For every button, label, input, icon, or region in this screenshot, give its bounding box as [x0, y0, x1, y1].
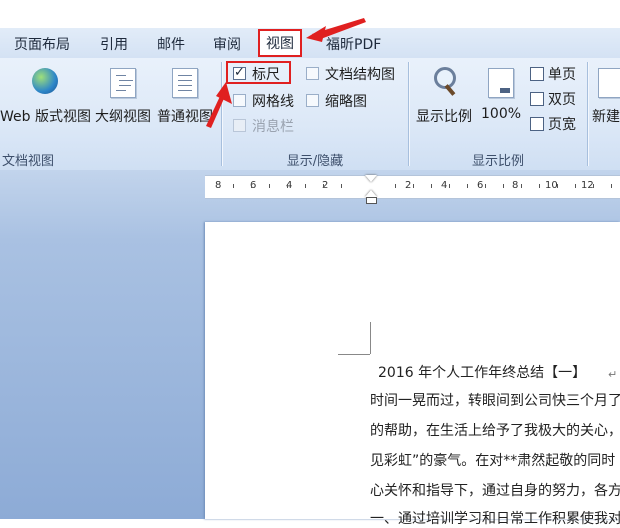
- ruler-tick: [233, 184, 234, 188]
- ruler-number: 12: [581, 180, 594, 191]
- ruler-tick: [305, 184, 306, 188]
- message-bar-label: 消息栏: [252, 119, 294, 135]
- tab-foxit-pdf[interactable]: 福昕PDF: [326, 34, 381, 54]
- ruler-tick: [467, 184, 468, 188]
- ruler-tick: [251, 184, 252, 188]
- ruler-number: 8: [215, 180, 222, 191]
- document-text-line: 心关怀和指导下，通过自身的努力，各方: [370, 483, 620, 499]
- ruler-number: 4: [441, 180, 448, 191]
- ruler-tick: [449, 184, 450, 188]
- message-bar-checkbox: [233, 119, 246, 132]
- group-divider: [587, 62, 588, 166]
- ruler-tick: [521, 184, 522, 188]
- ruler-number: 2: [405, 180, 412, 191]
- ruler-highlight-box: [226, 61, 291, 84]
- ruler-tick: [503, 184, 504, 188]
- document-map-checkbox[interactable]: [306, 67, 319, 80]
- paragraph-mark: ↵: [608, 368, 618, 381]
- new-window-label: 新建: [592, 109, 620, 125]
- new-window-icon: [598, 68, 620, 98]
- ribbon-tab-bar: 页面布局 引用 邮件 审阅 视图 福昕PDF: [0, 28, 620, 59]
- two-pages-icon: [530, 92, 544, 106]
- two-pages-label: 双页: [548, 92, 576, 108]
- gridlines-label[interactable]: 网格线: [252, 91, 294, 111]
- web-layout-label: Web 版式视图: [0, 109, 91, 125]
- page-width-icon: [530, 117, 544, 131]
- document-text-line: 的帮助，在生活上给予了我极大的关心，: [370, 423, 620, 439]
- one-page-icon: [530, 67, 544, 81]
- group-label-show-hide: 显示/隐藏: [286, 154, 344, 169]
- group-divider: [408, 62, 409, 166]
- thumbnails-label[interactable]: 缩略图: [325, 91, 367, 111]
- document-text-line: 时间一晃而过，转眼间到公司快三个月了: [370, 393, 620, 409]
- zoom-100-label: 100%: [481, 106, 522, 122]
- tab-page-layout[interactable]: 页面布局: [14, 34, 70, 54]
- ruler-tick: [323, 184, 324, 188]
- group-label-zoom: 显示比例: [471, 154, 524, 169]
- ruler-tick: [557, 184, 558, 188]
- first-line-indent-marker[interactable]: [365, 175, 377, 182]
- ruler-tick: [413, 184, 414, 188]
- tab-review[interactable]: 审阅: [213, 34, 241, 54]
- ruler-tick: [485, 184, 486, 188]
- ruler-number: 6: [477, 180, 484, 191]
- ruler-tick: [287, 184, 288, 188]
- group-label-document-views: 文档视图: [2, 154, 55, 169]
- ruler-tick: [593, 184, 594, 188]
- ruler-tick: [575, 184, 576, 188]
- draft-view-label: 普通视图: [157, 109, 213, 125]
- document-map-label[interactable]: 文档结构图: [325, 64, 395, 84]
- draft-doc-icon: [172, 68, 198, 98]
- document-title-line: 2016 年个人工作年终总结【一】: [378, 365, 587, 381]
- tab-references[interactable]: 引用: [100, 34, 128, 54]
- margin-corner-mark: [338, 354, 370, 355]
- ruler-tick: [539, 184, 540, 188]
- gridlines-checkbox[interactable]: [233, 94, 246, 107]
- left-indent-marker[interactable]: [366, 197, 377, 204]
- title-strip: [0, 0, 620, 28]
- globe-icon: [32, 68, 58, 94]
- hanging-indent-marker[interactable]: [365, 190, 377, 197]
- page-width-label: 页宽: [548, 117, 576, 133]
- document-text-line: 一、通过培训学习和日常工作积累使我对: [370, 511, 620, 527]
- ruler-number: 8: [512, 180, 519, 191]
- ruler-tick: [611, 184, 612, 188]
- margin-corner-mark: [370, 322, 371, 354]
- ruler-tick: [269, 184, 270, 188]
- zoom-label: 显示比例: [416, 109, 472, 125]
- outline-view-label: 大纲视图: [95, 109, 151, 125]
- horizontal-ruler[interactable]: 8 6 4 2 2 4 6 8 10 12: [205, 175, 620, 199]
- ribbon-view: Web 版式视图 大纲视图 普通视图 文档视图 标尺 网格线 消息栏 文档结构图…: [0, 58, 620, 170]
- tab-view[interactable]: 视图: [258, 29, 302, 57]
- ruler-tick: [341, 184, 342, 188]
- ruler-tick: [431, 184, 432, 188]
- one-page-label: 单页: [548, 67, 576, 83]
- document-text-line: 见彩虹”的豪气。在对**肃然起敬的同时: [370, 453, 616, 469]
- thumbnails-checkbox[interactable]: [306, 94, 319, 107]
- tab-mailings[interactable]: 邮件: [157, 34, 185, 54]
- page-100-icon: [488, 68, 514, 98]
- ruler-tick: [395, 184, 396, 188]
- outline-doc-icon: [110, 68, 136, 98]
- ruler-number: 10: [545, 180, 558, 191]
